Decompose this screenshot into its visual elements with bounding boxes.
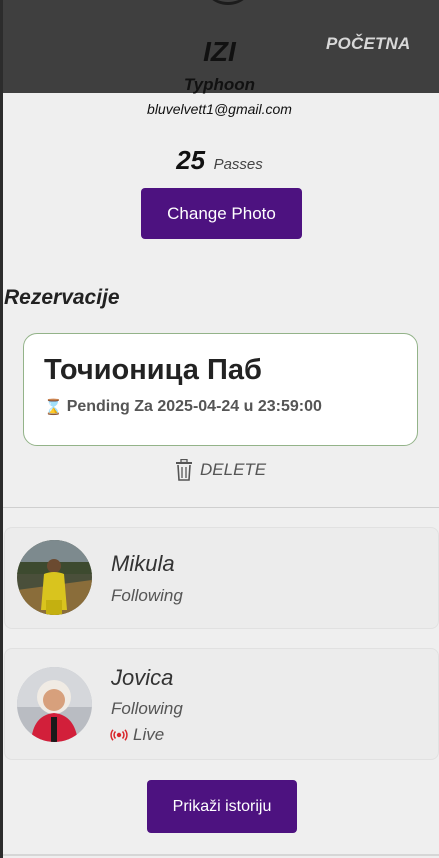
delete-reservation-button[interactable]: DELETE	[175, 459, 266, 481]
reservation-card[interactable]: Точионица Паб ⌛ Pending Za 2025-04-24 u …	[23, 333, 418, 446]
following-card[interactable]: Jovica Following Live	[4, 648, 439, 760]
user-email: bluvelvett1@gmail.com	[147, 101, 292, 117]
username: Typhoon	[183, 75, 256, 94]
live-broadcast-icon	[110, 729, 128, 741]
friend-avatar	[17, 540, 92, 615]
friend-avatar	[17, 667, 92, 742]
reservations-heading: Rezervacije	[4, 286, 120, 309]
following-card[interactable]: Mikula Following	[4, 527, 439, 629]
bottom-divider	[3, 854, 439, 856]
left-edge	[0, 0, 3, 858]
friend-status: Following	[111, 586, 183, 605]
trash-icon	[176, 459, 192, 481]
delete-label: DELETE	[200, 460, 267, 479]
live-indicator: Live	[110, 725, 164, 745]
passes-count: 25	[176, 145, 206, 175]
reservation-venue: Точионица Паб	[44, 354, 262, 386]
app-title: IZI	[203, 36, 236, 67]
friend-name: Jovica	[111, 665, 174, 690]
reservation-status-text: Pending Za 2025-04-24 u 23:59:00	[66, 398, 322, 415]
section-divider	[3, 507, 439, 508]
friend-name: Mikula	[111, 551, 175, 576]
profile-avatar[interactable]	[201, 0, 255, 5]
show-history-button[interactable]: Prikaži istoriju	[147, 780, 297, 833]
hourglass-icon: ⌛	[44, 399, 63, 416]
reservation-status: ⌛ Pending Za 2025-04-24 u 23:59:00	[44, 398, 322, 416]
passes-counter: 25 Passes	[0, 145, 439, 176]
friend-status: Following	[111, 699, 183, 718]
change-photo-button[interactable]: Change Photo	[141, 188, 302, 239]
live-label: Live	[133, 725, 165, 744]
passes-label: Passes	[213, 156, 263, 173]
